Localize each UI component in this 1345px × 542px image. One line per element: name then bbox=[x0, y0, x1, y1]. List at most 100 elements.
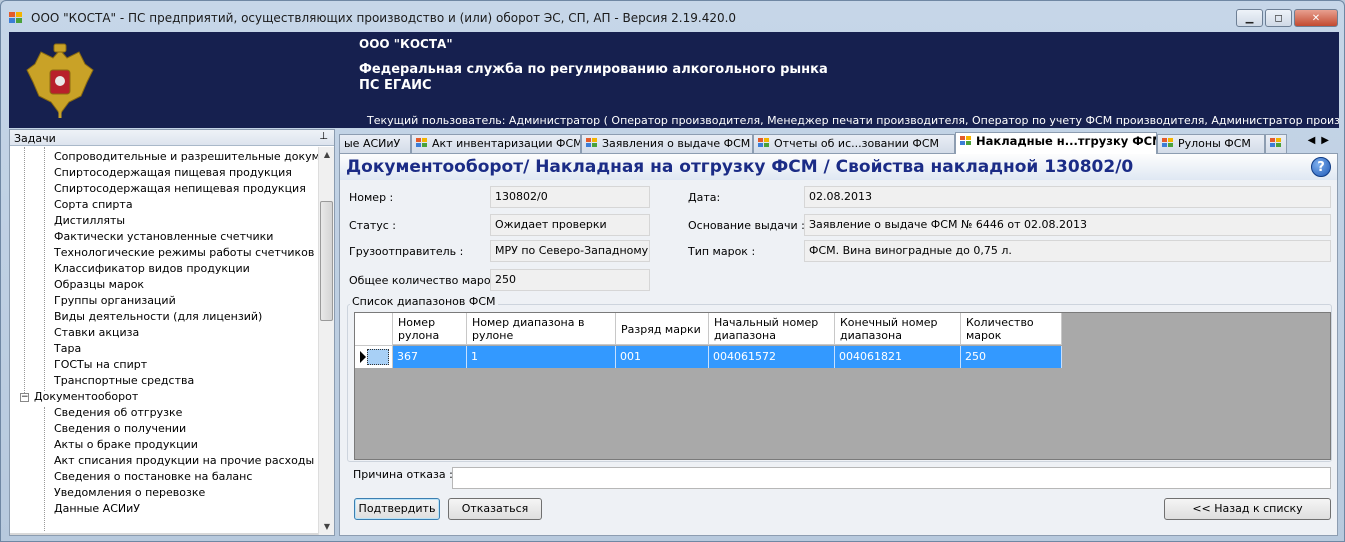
document-icon bbox=[416, 138, 428, 148]
scroll-down-icon[interactable]: ▼ bbox=[319, 519, 335, 535]
shipper-label: Грузоотправитель : bbox=[349, 245, 464, 258]
tree-item-writeoff-acts[interactable]: Акт списания продукции на прочие расходы bbox=[54, 453, 314, 469]
window-title: ООО "КОСТА" - ПС предприятий, осуществля… bbox=[31, 11, 737, 25]
scroll-thumb[interactable] bbox=[320, 201, 333, 321]
row-focus-box bbox=[367, 349, 389, 365]
tree-item-spirit-grades[interactable]: Сорта спирта bbox=[54, 197, 133, 213]
cell-start-number[interactable]: 004061572 bbox=[709, 346, 835, 368]
tree-item-installed-meters[interactable]: Фактически установленные счетчики bbox=[54, 229, 273, 245]
tab-fsm-usage-reports[interactable]: Отчеты об ис...зовании ФСМ bbox=[753, 134, 955, 153]
number-label: Номер : bbox=[349, 191, 394, 204]
back-to-list-button[interactable]: << Назад к списку bbox=[1164, 498, 1331, 520]
tree-item-receipt-info[interactable]: Сведения о получении bbox=[54, 421, 186, 437]
reject-button[interactable]: Отказаться bbox=[448, 498, 542, 520]
title-bar[interactable]: ООО "КОСТА" - ПС предприятий, осуществля… bbox=[1, 1, 1344, 31]
tree-item-asiiu-data[interactable]: Данные АСИиУ bbox=[54, 501, 140, 517]
tab-fsm-requests[interactable]: Заявления о выдаче ФСМ bbox=[581, 134, 753, 153]
shipper-field[interactable]: МРУ по Северо-Западному ФС bbox=[490, 240, 650, 262]
date-field[interactable]: 02.08.2013 bbox=[804, 186, 1331, 208]
tree-item-transport-notices[interactable]: Уведомления о перевозке bbox=[54, 485, 205, 501]
tree-item-food-spirit[interactable]: Спиртосодержащая пищевая продукция bbox=[54, 165, 292, 181]
tree-group-document-flow[interactable]: Документооборот bbox=[34, 389, 138, 405]
tasks-panel-title: Задачи bbox=[14, 132, 56, 145]
tasks-scrollbar[interactable]: ▲ ▼ bbox=[318, 147, 334, 535]
document-icon bbox=[1270, 138, 1282, 148]
maximize-button[interactable]: ◻ bbox=[1265, 9, 1292, 27]
tree-item-nonfood-spirit[interactable]: Спиртосодержащая непищевая продукция bbox=[54, 181, 306, 197]
document-icon bbox=[586, 138, 598, 148]
cell-mark-rank[interactable]: 001 bbox=[616, 346, 709, 368]
tab-label: Заявления о выдаче ФСМ bbox=[602, 137, 751, 150]
column-header-start-number[interactable]: Начальный номер диапазона bbox=[709, 313, 835, 345]
tab-scroll-arrows[interactable]: ◀▶ bbox=[1308, 135, 1335, 146]
document-tabs: ые АСИиУ Акт инвентаризации ФСМ Заявлени… bbox=[339, 132, 1339, 154]
tab-fsm-rolls[interactable]: Рулоны ФСМ bbox=[1157, 134, 1265, 153]
cell-mark-count[interactable]: 250 bbox=[961, 346, 1062, 368]
tree-item-excise-rates[interactable]: Ставки акциза bbox=[54, 325, 139, 341]
total-marks-field[interactable]: 250 bbox=[490, 269, 650, 291]
tab-label: Накладные н...тгрузку ФСМ bbox=[976, 134, 1157, 148]
page-title: Документооборот/ Накладная на отгрузку Ф… bbox=[346, 157, 1134, 177]
tasks-tree[interactable]: Сопроводительные и разрешительные докуме… bbox=[10, 147, 318, 535]
total-marks-label: Общее количество марок : bbox=[349, 274, 505, 287]
number-field[interactable]: 130802/0 bbox=[490, 186, 650, 208]
scroll-up-icon[interactable]: ▲ bbox=[319, 147, 335, 163]
document-icon bbox=[1162, 138, 1174, 148]
column-header-end-number[interactable]: Конечный номер диапазона bbox=[835, 313, 961, 345]
column-header-mark-count[interactable]: Количество марок bbox=[961, 313, 1062, 345]
document-panel: Документооборот/ Накладная на отгрузку Ф… bbox=[339, 153, 1338, 536]
reject-reason-input[interactable] bbox=[452, 467, 1331, 489]
tab-fsm-shipment-invoices[interactable]: Накладные н...тгрузку ФСМ bbox=[955, 132, 1157, 154]
pin-icon[interactable]: ⊥ bbox=[319, 131, 328, 142]
minimize-button[interactable]: ▁ bbox=[1236, 9, 1263, 27]
tree-item-mark-samples[interactable]: Образцы марок bbox=[54, 277, 144, 293]
column-header-roll[interactable]: Номер рулона bbox=[393, 313, 467, 345]
reject-reason-label: Причина отказа : bbox=[353, 468, 453, 481]
window-controls: ▁ ◻ ✕ bbox=[1236, 9, 1338, 27]
tree-item-shipment-info[interactable]: Сведения об отгрузке bbox=[54, 405, 182, 421]
tree-item-gost-spirit[interactable]: ГОСТы на спирт bbox=[54, 357, 147, 373]
grid-corner bbox=[355, 313, 393, 346]
cell-roll[interactable]: 367 bbox=[393, 346, 467, 368]
tree-item-org-groups[interactable]: Группы организаций bbox=[54, 293, 176, 309]
tasks-panel: Задачи ⊥ Сопроводительные и разрешительн… bbox=[9, 129, 335, 536]
ranges-grid[interactable]: Номер рулона Номер диапазона в рулоне Ра… bbox=[354, 312, 1331, 460]
tab-label: Рулоны ФСМ bbox=[1178, 137, 1251, 150]
app-icon bbox=[9, 12, 23, 24]
tree-guide-line bbox=[44, 147, 45, 391]
tree-item-documents[interactable]: Сопроводительные и разрешительные докуме… bbox=[54, 149, 318, 165]
status-field[interactable]: Ожидает проверки bbox=[490, 214, 650, 236]
confirm-button[interactable]: Подтвердить bbox=[354, 498, 440, 520]
tree-item-product-classifier[interactable]: Классификатор видов продукции bbox=[54, 261, 250, 277]
close-button[interactable]: ✕ bbox=[1294, 9, 1338, 27]
mark-type-label: Тип марок : bbox=[688, 245, 756, 258]
tree-item-defect-acts[interactable]: Акты о браке продукции bbox=[54, 437, 198, 453]
tab-label: Отчеты об ис...зовании ФСМ bbox=[774, 137, 940, 150]
tree-bottom-edge bbox=[10, 533, 318, 535]
current-row-icon bbox=[360, 351, 366, 363]
basis-label: Основание выдачи : bbox=[688, 219, 805, 232]
coat-of-arms-icon bbox=[26, 43, 94, 118]
tree-item-activity-types[interactable]: Виды деятельности (для лицензий) bbox=[54, 309, 262, 325]
tree-item-containers[interactable]: Тара bbox=[54, 341, 81, 357]
help-icon[interactable]: ? bbox=[1311, 157, 1331, 177]
column-header-range-in-roll[interactable]: Номер диапазона в рулоне bbox=[467, 313, 616, 345]
tab-more[interactable] bbox=[1265, 134, 1287, 153]
row-selector[interactable] bbox=[355, 346, 393, 368]
mark-type-field[interactable]: ФСМ. Вина виноградные до 0,75 л. bbox=[804, 240, 1331, 262]
header-banner: ООО "КОСТА" Федеральная служба по регули… bbox=[9, 32, 1339, 128]
tab-inventory-act[interactable]: Акт инвентаризации ФСМ bbox=[411, 134, 581, 153]
collapse-icon[interactable]: − bbox=[20, 393, 29, 402]
tab-asiiu-data[interactable]: ые АСИиУ bbox=[339, 134, 411, 153]
tree-item-vehicles[interactable]: Транспортные средства bbox=[54, 373, 194, 389]
basis-field[interactable]: Заявление о выдаче ФСМ № 6446 от 02.08.2… bbox=[804, 214, 1331, 236]
cell-end-number[interactable]: 004061821 bbox=[835, 346, 961, 368]
tree-item-distillates[interactable]: Дистилляты bbox=[54, 213, 125, 229]
tree-item-balance-info[interactable]: Сведения о постановке на баланс bbox=[54, 469, 252, 485]
tree-item-meter-modes[interactable]: Технологические режимы работы счетчиков bbox=[54, 245, 314, 261]
system-name: ПС ЕГАИС bbox=[359, 78, 432, 93]
cell-range-in-roll[interactable]: 1 bbox=[467, 346, 616, 368]
tree-guide-line bbox=[44, 407, 45, 531]
tasks-panel-header: Задачи ⊥ bbox=[10, 130, 334, 146]
column-header-mark-rank[interactable]: Разряд марки bbox=[616, 313, 709, 345]
